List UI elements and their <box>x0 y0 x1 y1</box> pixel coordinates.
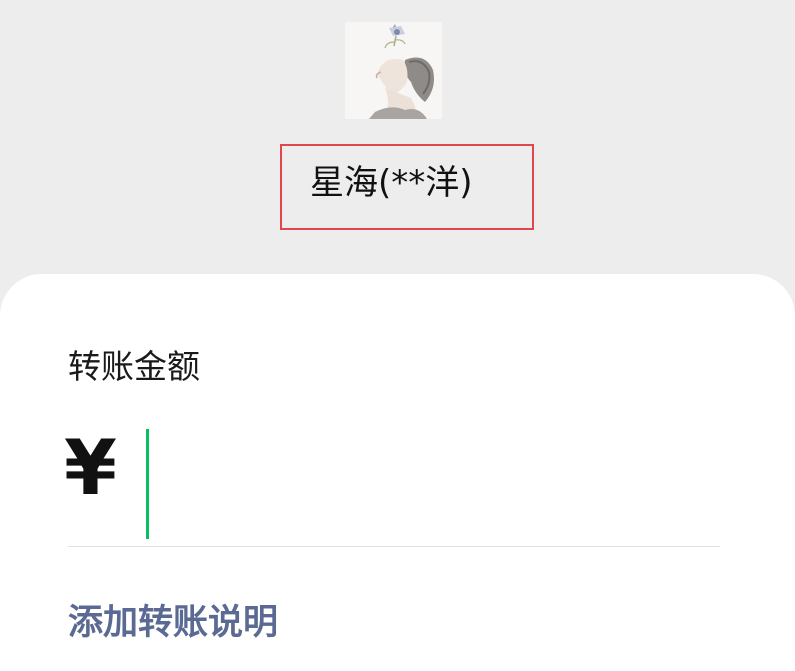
text-cursor <box>146 429 149 539</box>
amount-label: 转账金额 <box>68 347 200 386</box>
recipient-name: 星海(**洋) <box>310 163 473 203</box>
amount-input[interactable] <box>146 428 720 540</box>
amount-divider <box>68 546 720 547</box>
currency-symbol: ¥ <box>64 423 117 512</box>
add-transfer-note-link[interactable]: 添加转账说明 <box>68 598 278 648</box>
recipient-avatar <box>345 22 442 119</box>
transfer-page: 星海(**洋) 转账金额 ¥ 添加转账说明 <box>0 0 795 671</box>
avatar-illustration-icon <box>345 22 442 119</box>
